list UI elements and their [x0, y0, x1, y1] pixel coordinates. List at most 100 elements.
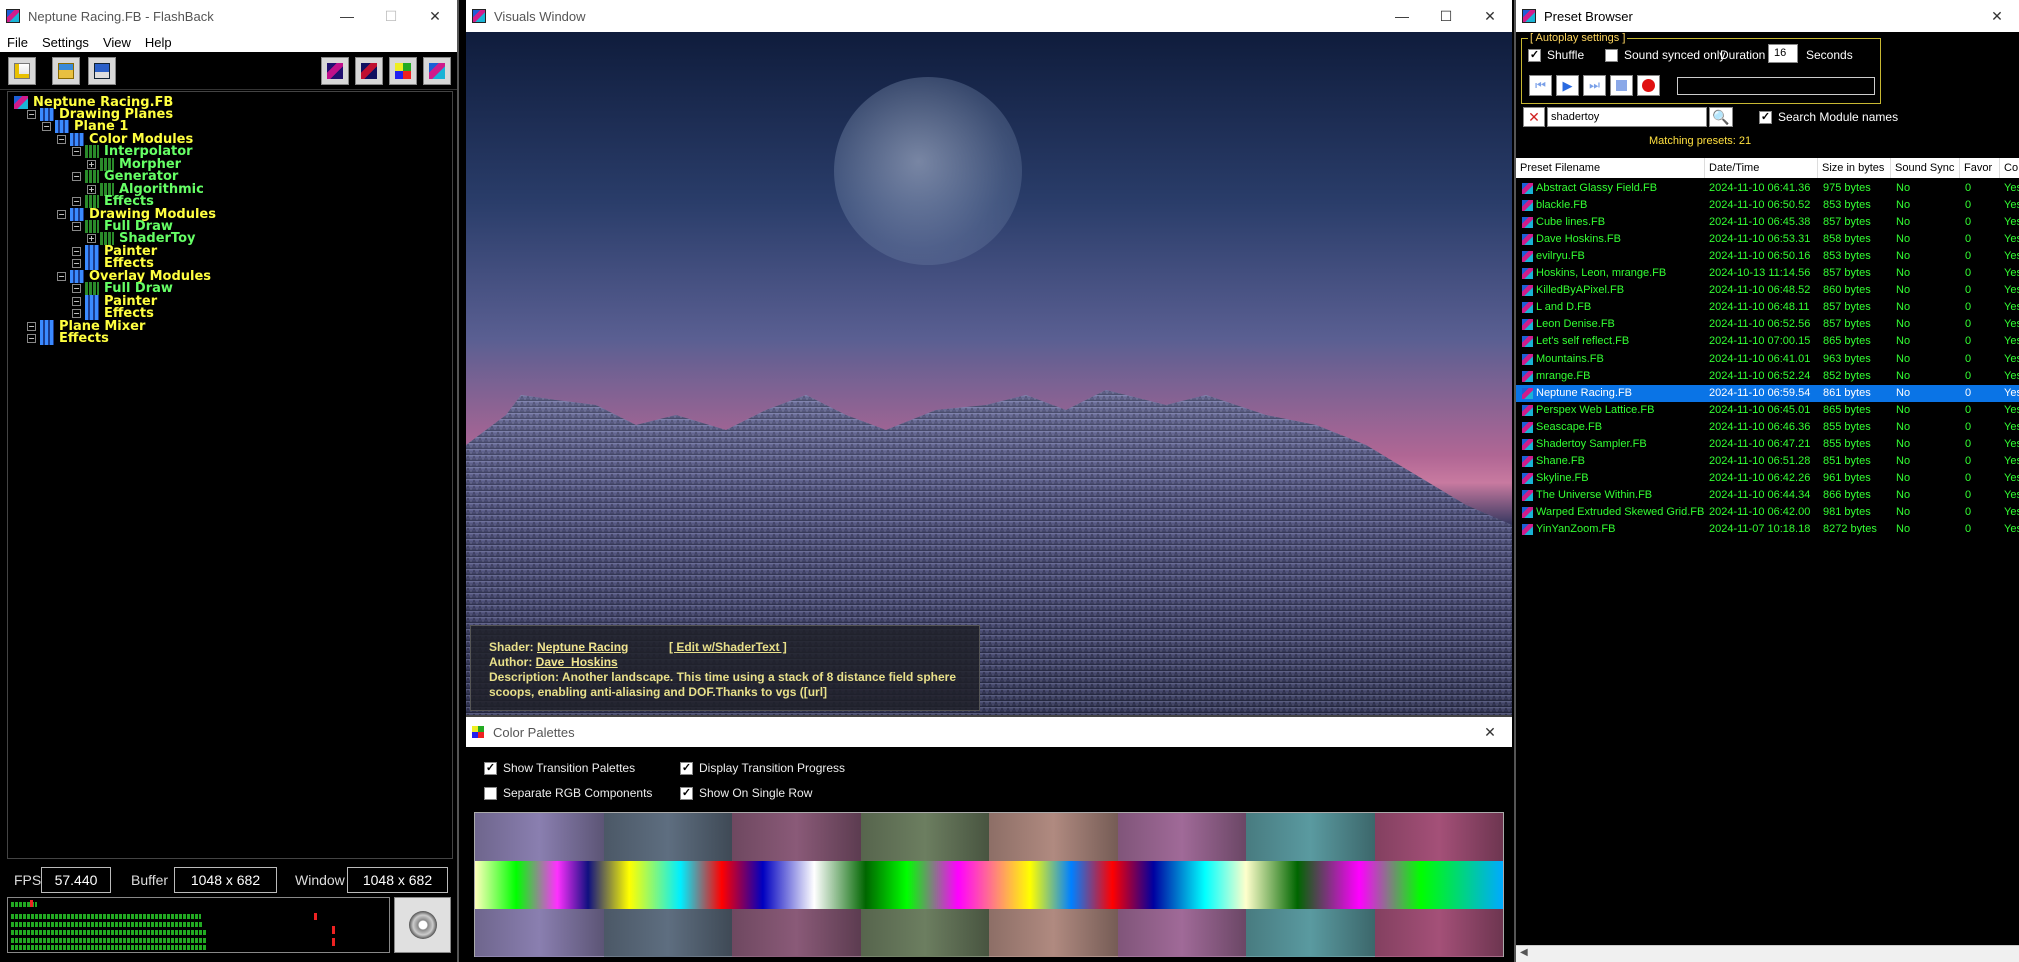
column-header-favor[interactable]: Favor: [1960, 158, 2000, 178]
expand-toggle-icon[interactable]: −: [72, 259, 81, 269]
toolbar-button-3[interactable]: [389, 57, 417, 85]
expand-toggle-icon[interactable]: −: [72, 222, 81, 231]
column-header-datetime[interactable]: Date/Time: [1705, 158, 1818, 178]
duration-spinner[interactable]: 16: [1768, 44, 1798, 63]
table-cell: 860 bytes: [1823, 284, 1871, 297]
author-link[interactable]: Dave_Hoskins: [536, 655, 618, 669]
record-button[interactable]: [1637, 75, 1660, 96]
table-row[interactable]: blackle.FB 2024-11-10 06:50.52 853 bytes No…: [1516, 197, 2019, 214]
expand-toggle-icon[interactable]: +: [87, 159, 96, 169]
table-row[interactable]: Mountains.FB 2024-11-10 06:41.01 963 bytes…: [1516, 351, 2019, 368]
table-cell: No: [1896, 250, 1911, 263]
expand-toggle-icon[interactable]: −: [42, 122, 51, 132]
minimize-button[interactable]: —: [325, 0, 369, 32]
next-button[interactable]: ⏭: [1583, 75, 1606, 96]
table-cell: No: [1896, 437, 1911, 450]
clear-search-button[interactable]: ✕: [1523, 107, 1545, 127]
previous-button[interactable]: ⏮: [1529, 75, 1552, 96]
open-folder-button[interactable]: [52, 57, 80, 85]
edit-shadertext-link[interactable]: [ Edit w/ShaderText ]: [669, 640, 787, 655]
palette-swatch: [1374, 813, 1503, 861]
preset-browser-titlebar[interactable]: Preset Browser ✕: [1516, 0, 2019, 32]
maximize-button[interactable]: ☐: [369, 0, 413, 32]
expand-toggle-icon[interactable]: −: [72, 172, 81, 182]
table-row[interactable]: L and D.FB 2024-11-10 06:48.11 857 bytes No…: [1516, 299, 2019, 316]
table-row[interactable]: Skyline.FB 2024-11-10 06:42.26 961 bytes No…: [1516, 470, 2019, 487]
palette-strip[interactable]: [474, 812, 1504, 957]
flashback-titlebar[interactable]: Neptune Racing.FB - FlashBack — ☐ ✕: [0, 0, 457, 32]
show-transition-palettes-checkbox[interactable]: ✓ Show Transition Palettes: [484, 761, 635, 775]
table-row[interactable]: Seascape.FB 2024-11-10 06:46.36 855 bytes N…: [1516, 419, 2019, 436]
table-row[interactable]: KilledByAPixel.FB 2024-11-10 06:48.52 860 …: [1516, 282, 2019, 299]
table-row[interactable]: Cube lines.FB 2024-11-10 06:45.38 857 byte…: [1516, 214, 2019, 231]
column-header-co[interactable]: Co: [2000, 158, 2019, 178]
table-cell: evilryu.FB: [1536, 250, 1585, 263]
maximize-button[interactable]: ☐: [1424, 0, 1468, 32]
table-row[interactable]: Warped Extruded Skewed Grid.FB 2024-11-10…: [1516, 504, 2019, 521]
close-button[interactable]: ✕: [1468, 0, 1512, 32]
search-module-names-checkbox[interactable]: ✓ Search Module names: [1759, 110, 1898, 124]
new-file-button[interactable]: [8, 57, 36, 85]
module-tree[interactable]: −Neptune Racing.FB−Drawing Planes−Plane …: [7, 91, 453, 859]
table-row[interactable]: mrange.FB 2024-11-10 06:52.24 852 bytes No 0…: [1516, 368, 2019, 385]
menu-settings[interactable]: Settings: [35, 35, 96, 50]
close-button[interactable]: ✕: [1468, 717, 1512, 747]
menu-file[interactable]: File: [0, 35, 35, 50]
table-cell: No: [1896, 301, 1911, 314]
table-row[interactable]: Let's self reflect.FB 2024-11-10 07:00.15…: [1516, 333, 2019, 350]
expand-toggle-icon[interactable]: −: [57, 134, 66, 144]
expand-toggle-icon[interactable]: −: [72, 246, 81, 256]
shuffle-checkbox[interactable]: ✓ Shuffle: [1528, 48, 1584, 62]
table-row[interactable]: Neptune Racing.FB 2024-11-10 06:59.54 861 …: [1516, 384, 2019, 402]
expand-toggle-icon[interactable]: −: [72, 296, 81, 306]
expand-toggle-icon[interactable]: −: [72, 197, 81, 207]
audio-button[interactable]: [394, 897, 451, 953]
menu-view[interactable]: View: [96, 35, 138, 50]
column-header-size[interactable]: Size in bytes: [1818, 158, 1891, 178]
column-header-sound-sync[interactable]: Sound Sync: [1891, 158, 1960, 178]
expand-toggle-icon[interactable]: −: [57, 271, 66, 281]
table-row[interactable]: The Universe Within.FB 2024-11-10 06:44.3…: [1516, 487, 2019, 504]
display-transition-progress-checkbox[interactable]: ✓ Display Transition Progress: [680, 761, 845, 775]
close-button[interactable]: ✕: [1975, 0, 2019, 32]
expand-toggle-icon[interactable]: −: [72, 147, 81, 157]
table-row[interactable]: Leon Denise.FB 2024-11-10 06:52.56 857 byt…: [1516, 316, 2019, 333]
render-canvas[interactable]: Shader: Neptune Racing [ Edit w/ShaderTe…: [466, 32, 1512, 715]
table-row[interactable]: Abstract Glassy Field.FB 2024-11-10 06:41…: [1516, 180, 2019, 197]
table-row[interactable]: Shane.FB 2024-11-10 06:51.28 851 bytes No 0 Y…: [1516, 453, 2019, 470]
visuals-titlebar[interactable]: Visuals Window — ☐ ✕: [466, 0, 1512, 32]
show-single-row-checkbox[interactable]: ✓ Show On Single Row: [680, 786, 812, 800]
table-row[interactable]: Hoskins, Leon, mrange.FB 2024-10-13 11:14…: [1516, 265, 2019, 282]
toolbar-button-2[interactable]: [355, 57, 383, 85]
table-row[interactable]: Shadertoy Sampler.FB 2024-11-10 06:47.21 8…: [1516, 436, 2019, 453]
expand-toggle-icon[interactable]: +: [87, 184, 96, 194]
shader-link[interactable]: Neptune Racing: [537, 640, 628, 654]
toolbar-button-1[interactable]: [321, 57, 349, 85]
sound-synced-checkbox[interactable]: Sound synced only: [1605, 48, 1725, 62]
play-button[interactable]: ▶: [1556, 75, 1579, 96]
horizontal-scrollbar[interactable]: ◀: [1516, 945, 2019, 962]
expand-toggle-icon[interactable]: −: [72, 284, 81, 294]
expand-toggle-icon[interactable]: −: [27, 334, 36, 344]
search-button[interactable]: 🔍: [1709, 107, 1733, 127]
minimize-button[interactable]: —: [1380, 0, 1424, 32]
expand-toggle-icon[interactable]: −: [27, 109, 36, 119]
table-row[interactable]: YinYanZoom.FB 2024-11-07 10:18.18 8272 byt…: [1516, 521, 2019, 538]
column-header-filename[interactable]: Preset Filename: [1516, 158, 1705, 178]
expand-toggle-icon[interactable]: −: [72, 309, 81, 319]
table-row[interactable]: evilryu.FB 2024-11-10 06:50.16 853 bytes No…: [1516, 248, 2019, 265]
toolbar-button-4[interactable]: [423, 57, 451, 85]
table-row[interactable]: Perspex Web Lattice.FB 2024-11-10 06:45.0…: [1516, 402, 2019, 419]
close-button[interactable]: ✕: [413, 0, 457, 32]
separate-rgb-checkbox[interactable]: Separate RGB Components: [484, 786, 652, 800]
tree-node[interactable]: − Effects: [27, 331, 109, 347]
expand-toggle-icon[interactable]: +: [87, 234, 96, 244]
expand-toggle-icon[interactable]: −: [27, 321, 36, 331]
menu-help[interactable]: Help: [138, 35, 179, 50]
table-row[interactable]: Dave Hoskins.FB 2024-11-10 06:53.31 858 by…: [1516, 231, 2019, 248]
search-input[interactable]: shadertoy: [1547, 107, 1707, 127]
expand-toggle-icon[interactable]: −: [57, 209, 66, 219]
save-button[interactable]: [88, 57, 116, 85]
palettes-titlebar[interactable]: Color Palettes ✕: [466, 717, 1512, 747]
stop-button[interactable]: [1610, 75, 1633, 96]
